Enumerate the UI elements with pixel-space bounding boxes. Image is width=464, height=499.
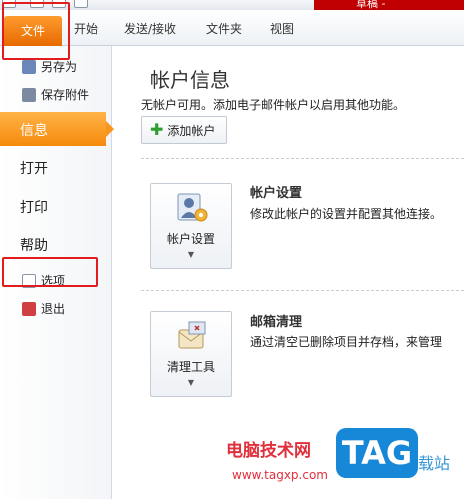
nav-exit[interactable]: 退出 [22,300,65,317]
watermark-logo: TAG [336,428,418,478]
plus-icon: ✚ [150,120,164,139]
mailbox-cleanup-icon [178,321,206,349]
divider [141,158,464,159]
account-settings-description: 修改此帐户的设置并配置其他连接。 [250,207,443,221]
nav-exit-label: 退出 [41,302,66,316]
close-icon[interactable] [74,0,88,8]
nav-help[interactable]: 帮助 [20,235,48,255]
chevron-down-icon: ▼ [187,250,195,259]
nav-info[interactable]: 信息 [0,112,114,146]
title-area: 草稿 - [314,0,464,10]
save-as-icon [22,59,36,74]
highlight-box-file-tab [2,2,70,60]
watermark-site-name: 电脑技术网 [226,441,311,461]
divider [141,290,464,291]
add-account-button[interactable]: ✚ 添加帐户 [141,116,227,144]
page-title: 帐户信息 [150,68,230,92]
add-account-label: 添加帐户 [167,123,216,138]
account-settings-button[interactable]: 帐户设置 ▼ [150,183,232,269]
tab-view[interactable]: 视图 [270,20,294,37]
cleanup-tools-button-label: 清理工具 [166,360,215,374]
page-description: 无帐户可用。添加电子邮件帐户以启用其他功能。 [141,98,406,112]
tab-home[interactable]: 开始 [74,20,98,37]
mailbox-cleanup-description: 通过清空已删除项目并存档，来管理 [250,335,443,349]
watermark-url: www.tagxp.com [232,468,328,482]
mailbox-cleanup-title: 邮箱清理 [250,315,303,330]
nav-save-as-label: 另存为 [41,60,78,74]
attachment-icon [22,87,36,102]
chevron-down-icon: ▼ [187,378,195,387]
account-settings-title: 帐户设置 [250,186,303,201]
nav-save-attachments-label: 保存附件 [41,88,90,102]
nav-save-attachments[interactable]: 保存附件 [22,86,89,103]
nav-open[interactable]: 打开 [20,158,48,178]
tab-send-receive[interactable]: 发送/接收 [124,20,176,37]
nav-info-label: 信息 [20,123,48,139]
highlight-box-options [2,257,98,287]
nav-save-as[interactable]: 另存为 [22,58,77,75]
cleanup-tools-button[interactable]: 清理工具 ▼ [150,311,232,397]
exit-icon [22,301,36,316]
account-settings-icon [177,193,208,222]
account-settings-button-label: 帐户设置 [166,232,215,246]
nav-print[interactable]: 打印 [20,197,48,217]
window-title: 草稿 - [356,0,386,10]
tab-folder[interactable]: 文件夹 [206,20,242,37]
watermark-suffix: 载站 [418,454,451,473]
